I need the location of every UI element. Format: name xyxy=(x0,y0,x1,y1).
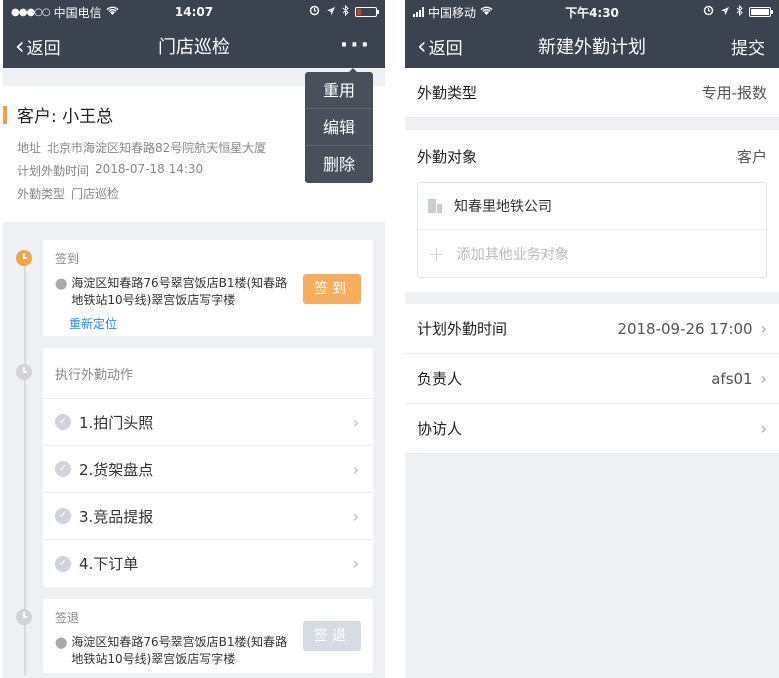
carrier-name: 中国移动 xyxy=(428,5,477,20)
target-item-company[interactable]: 知春里地铁公司 xyxy=(418,183,766,230)
clock-icon xyxy=(16,364,32,380)
more-icon: ··· xyxy=(339,33,371,58)
wifi-icon xyxy=(106,5,119,19)
action-item[interactable]: ✓ 2.货架盘点 › xyxy=(43,446,373,493)
add-target-button[interactable]: + 添加其他业务对象 xyxy=(418,230,766,277)
timeline: 签到 ⬤ 海淀区知春路76号翠宫饭店B1楼(知春路地铁站10号线)翠宫饭店写字楼… xyxy=(3,222,385,678)
field-owner[interactable]: 负责人 afs01 › xyxy=(405,354,779,404)
right-screen: 中国移动 下午4:30 ‹ 返回 新建外勤计划 提交 外勤类型 专用-报数 外勤… xyxy=(405,0,779,678)
action-item[interactable]: ✓ 1.拍门头照 › xyxy=(43,399,373,446)
left-screen: ●●●○○ 中国电信 14:07 ‹ 返回 门店巡检 ··· 重用 编辑 删除 … xyxy=(3,0,385,678)
relocate-link[interactable]: 重新定位 xyxy=(55,315,361,332)
location-arrow-icon xyxy=(720,5,730,19)
chevron-right-icon: › xyxy=(352,459,359,479)
signal-bars-icon xyxy=(413,7,424,17)
clock-icon xyxy=(16,250,32,266)
location-arrow-icon xyxy=(326,5,336,19)
field-value: 客户 xyxy=(736,147,767,166)
field-value: 专用-报数 xyxy=(701,84,767,102)
signal-dots-icon: ●●●○○ xyxy=(11,6,51,18)
action-item[interactable]: ✓ 4.下订单 › xyxy=(43,540,373,587)
chevron-right-icon: › xyxy=(760,319,767,338)
submit-button[interactable]: 提交 xyxy=(731,34,779,59)
chevron-right-icon: › xyxy=(760,419,767,438)
field-value: 2018-09-26 17:00 xyxy=(617,319,753,338)
check-circle-icon: ✓ xyxy=(55,461,71,477)
check-circle-icon: ✓ xyxy=(55,414,71,430)
checkin-title: 签到 xyxy=(55,252,80,266)
actions-title: 执行外勤动作 xyxy=(43,348,373,399)
bluetooth-icon xyxy=(736,4,743,19)
back-label: 返回 xyxy=(428,38,463,59)
checkin-address: ⬤ 海淀区知春路76号翠宫饭店B1楼(知春路地铁站10号线)翠宫饭店写字楼 xyxy=(55,276,288,307)
building-icon xyxy=(428,199,442,213)
plus-icon: + xyxy=(428,241,445,266)
clock-icon xyxy=(16,609,32,625)
alarm-icon xyxy=(309,5,320,19)
checkout-card: 签退 ⬤ 海淀区知春路76号翠宫饭店B1楼(知春路地铁站10号线)翠宫饭店写字楼… xyxy=(16,599,373,673)
checkin-card: 签到 ⬤ 海淀区知春路76号翠宫饭店B1楼(知春路地铁站10号线)翠宫饭店写字楼… xyxy=(16,240,373,336)
chevron-left-icon: ‹ xyxy=(417,32,427,60)
pin-icon: ⬤ xyxy=(55,277,68,290)
chevron-right-icon: › xyxy=(352,412,359,432)
chevron-right-icon: › xyxy=(760,369,767,388)
field-outwork-target[interactable]: 外勤对象 客户 xyxy=(417,130,767,182)
action-item[interactable]: ✓ 3.竞品提报 › xyxy=(43,493,373,540)
check-circle-icon: ✓ xyxy=(55,508,71,524)
battery-icon xyxy=(749,7,773,17)
back-button[interactable]: ‹ 返回 xyxy=(3,34,61,59)
wifi-icon xyxy=(480,5,493,19)
status-bar: 中国移动 下午4:30 xyxy=(405,0,779,24)
menu-item-reuse[interactable]: 重用 xyxy=(305,72,373,109)
status-bar: ●●●○○ 中国电信 14:07 xyxy=(3,0,385,24)
target-block: 外勤对象 客户 知春里地铁公司 + 添加其他业务对象 xyxy=(405,130,779,292)
chevron-right-icon: › xyxy=(352,506,359,526)
alarm-icon xyxy=(703,5,714,19)
checkout-address: ⬤ 海淀区知春路76号翠宫饭店B1楼(知春路地铁站10号线)翠宫饭店写字楼 xyxy=(55,635,288,666)
menu-item-delete[interactable]: 删除 xyxy=(305,146,373,183)
target-list: 知春里地铁公司 + 添加其他业务对象 xyxy=(417,182,767,278)
pin-icon: ⬤ xyxy=(55,636,68,649)
actions-card: 执行外勤动作 ✓ 1.拍门头照 › ✓ 2.货架盘点 › ✓ 3.竞品提报 › … xyxy=(16,348,373,587)
field-value: afs01 xyxy=(711,369,753,388)
navbar: ‹ 返回 门店巡检 ··· xyxy=(3,24,385,68)
menu-item-edit[interactable]: 编辑 xyxy=(305,109,373,146)
checkin-button[interactable]: 签到 xyxy=(303,274,361,304)
carrier-name: 中国电信 xyxy=(53,5,102,20)
type-line: 外勤类型 门店巡检 xyxy=(17,187,120,201)
field-outwork-type[interactable]: 外勤类型 专用-报数 xyxy=(405,68,779,118)
back-label: 返回 xyxy=(26,38,61,59)
navbar: ‹ 返回 新建外勤计划 提交 xyxy=(405,24,779,68)
accent-bar xyxy=(3,106,7,124)
field-plan-time[interactable]: 计划外勤时间 2018-09-26 17:00 › xyxy=(405,304,779,354)
field-visitor[interactable]: 协访人 › xyxy=(405,404,779,454)
battery-icon xyxy=(355,7,379,17)
bluetooth-icon xyxy=(342,4,349,19)
more-menu: 重用 编辑 删除 xyxy=(305,68,373,183)
chevron-left-icon: ‹ xyxy=(15,32,25,60)
chevron-right-icon: › xyxy=(352,554,359,573)
checkout-button[interactable]: 签退 xyxy=(303,621,361,651)
back-button[interactable]: ‹ 返回 xyxy=(405,34,463,59)
more-button[interactable]: ··· xyxy=(340,35,385,57)
check-circle-icon: ✓ xyxy=(55,555,71,572)
